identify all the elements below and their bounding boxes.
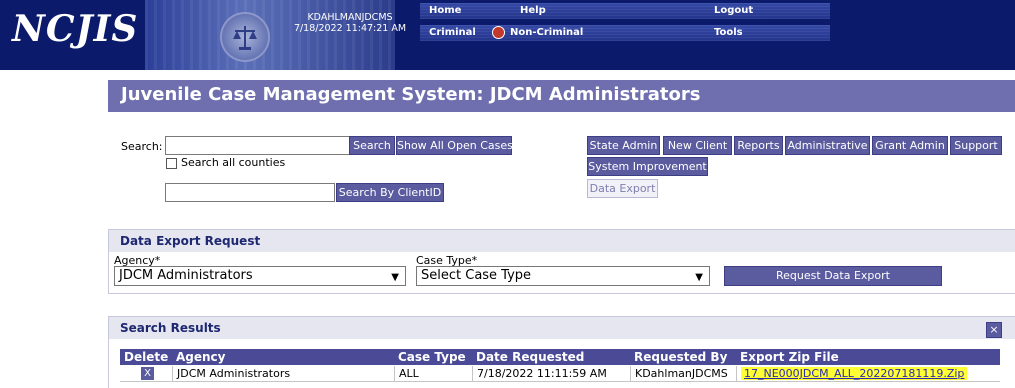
menu-help-link[interactable]: Help — [520, 5, 546, 16]
cell-case-type: ALL — [394, 366, 472, 382]
chevron-down-icon: ▼ — [391, 272, 399, 283]
user-info: KDAHLMANJDCMS 7/18/2022 11:47:21 AM — [290, 12, 410, 34]
grant-admin-button[interactable]: Grant Admin — [872, 136, 948, 155]
cell-agency: JDCM Administrators — [172, 366, 394, 382]
cell-requested-by: KDahlmanJDCMS — [630, 366, 736, 382]
search-input[interactable] — [165, 136, 350, 155]
menu-band-bottom — [420, 25, 830, 41]
col-agency: Agency — [172, 349, 394, 365]
case-type-select-value: Select Case Type — [421, 268, 532, 283]
agency-select-value: JDCM Administrators — [119, 268, 253, 283]
agency-select[interactable]: JDCM Administrators ▼ — [114, 266, 406, 286]
page-title: Juvenile Case Management System: JDCM Ad… — [121, 84, 701, 105]
data-export-heading: Data Export Request — [109, 230, 1015, 252]
col-case-type: Case Type — [394, 349, 472, 365]
header-banner-graphic — [145, 0, 395, 70]
search-results-heading: Search Results — [109, 317, 1015, 339]
chevron-down-icon: ▼ — [695, 272, 703, 283]
menu-logout-link[interactable]: Logout — [714, 5, 753, 16]
user-name: KDAHLMANJDCMS — [307, 12, 393, 23]
menu-tools-link[interactable]: Tools — [714, 27, 743, 38]
system-improvement-button[interactable]: System Improvement — [587, 157, 708, 176]
ncjis-logo: NCJIS — [12, 8, 139, 50]
request-data-export-button[interactable]: Request Data Export — [724, 266, 942, 286]
support-button[interactable]: Support — [950, 136, 1002, 155]
search-all-counties-checkbox[interactable] — [166, 158, 177, 169]
col-export-zip-file: Export Zip File — [736, 349, 1000, 365]
export-zip-link[interactable]: 17_NE000JDCM_ALL_202207181119.Zip — [741, 367, 968, 380]
state-admin-button[interactable]: State Admin — [587, 136, 660, 155]
search-by-clientid-button[interactable]: Search By ClientID — [336, 183, 444, 202]
cell-date-requested: 7/18/2022 11:11:59 AM — [472, 366, 630, 382]
menu-band-top — [420, 3, 830, 19]
close-results-button[interactable]: × — [986, 322, 1002, 338]
col-date-requested: Date Requested — [472, 349, 630, 365]
search-button[interactable]: Search — [349, 136, 395, 155]
reports-button[interactable]: Reports — [734, 136, 783, 155]
client-id-input[interactable] — [165, 183, 335, 202]
data-export-button[interactable]: Data Export — [587, 179, 658, 198]
col-delete: Delete — [120, 349, 172, 365]
search-all-counties-label: Search all counties — [181, 156, 286, 169]
menu-home-link[interactable]: Home — [429, 5, 461, 16]
menu-criminal-link[interactable]: Criminal — [429, 27, 476, 38]
cell-export-zip: 17_NE000JDCM_ALL_202207181119.Zip — [736, 366, 1000, 382]
administrative-button[interactable]: Administrative — [785, 136, 870, 155]
non-criminal-icon — [492, 26, 505, 39]
search-label: Search: — [121, 140, 163, 153]
delete-row-button[interactable]: X — [141, 367, 154, 380]
scales-of-justice-icon — [220, 12, 270, 62]
menu-non-criminal-link[interactable]: Non-Criminal — [510, 27, 583, 38]
session-datetime: 7/18/2022 11:47:21 AM — [293, 23, 407, 34]
show-all-open-cases-button[interactable]: Show All Open Cases — [396, 136, 513, 155]
case-type-select[interactable]: Select Case Type ▼ — [416, 266, 710, 286]
col-requested-by: Requested By — [630, 349, 736, 365]
new-client-button[interactable]: New Client — [663, 136, 732, 155]
